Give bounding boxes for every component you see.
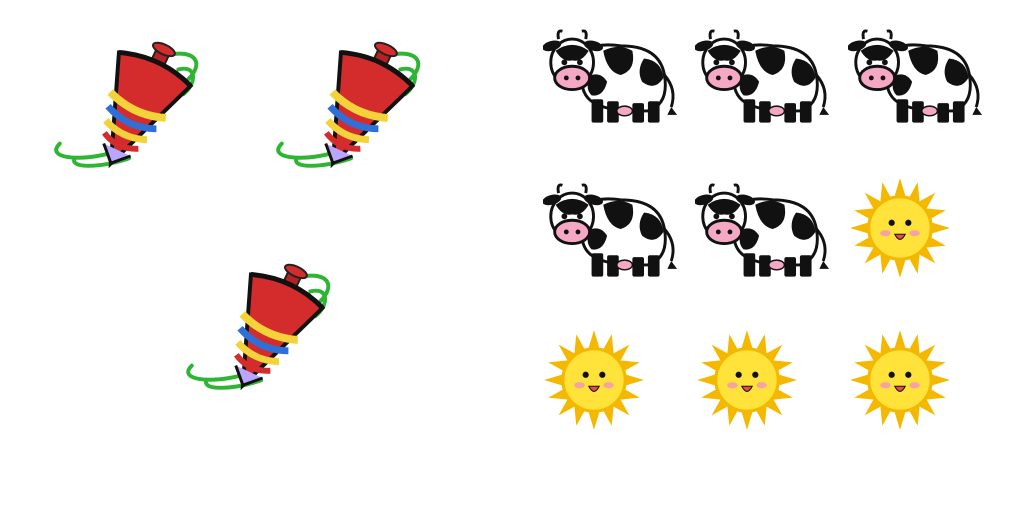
sun-icon bbox=[695, 328, 799, 432]
sun-icon bbox=[848, 328, 952, 432]
picture-canvas bbox=[0, 0, 1024, 512]
sun-icon bbox=[848, 176, 952, 280]
spinning-top-icon bbox=[172, 256, 340, 406]
sun-icon bbox=[542, 328, 646, 432]
spinning-top-icon bbox=[262, 34, 430, 184]
cow-icon bbox=[848, 20, 984, 130]
cow-icon bbox=[543, 20, 679, 130]
cow-icon bbox=[543, 174, 679, 284]
spinning-top-icon bbox=[40, 34, 208, 184]
cow-icon bbox=[695, 174, 831, 284]
cow-icon bbox=[695, 20, 831, 130]
